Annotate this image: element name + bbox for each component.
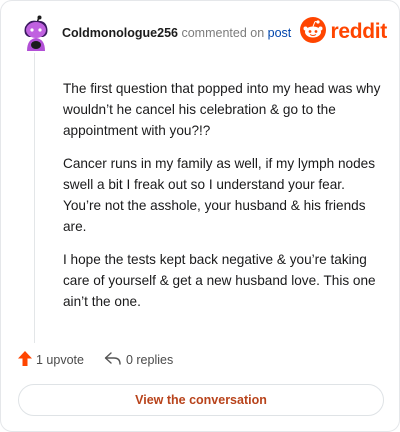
- reddit-snoo-icon: [300, 16, 327, 48]
- upvote-button[interactable]: 1 upvote: [18, 351, 84, 369]
- avatar[interactable]: [17, 15, 53, 53]
- thread-line: [34, 53, 35, 343]
- comment-meta: Coldmonologue256 commented on post: [62, 26, 291, 40]
- comment-paragraph: Cancer runs in my family as well, if my …: [63, 156, 375, 234]
- comment-paragraph: The first question that popped into my h…: [63, 81, 381, 138]
- view-conversation-button[interactable]: View the conversation: [18, 384, 384, 416]
- reply-arrow-icon: [104, 351, 126, 369]
- comment-actions: 1 upvote 0 replies: [18, 349, 193, 371]
- reddit-logo[interactable]: reddit: [300, 16, 387, 48]
- post-link[interactable]: post: [268, 26, 292, 40]
- reddit-wordmark: reddit: [330, 20, 387, 43]
- comment-action-text: commented on: [181, 26, 265, 40]
- username[interactable]: Coldmonologue256: [62, 26, 178, 40]
- comment-card: Coldmonologue256 commented on post reddi…: [0, 0, 400, 432]
- comment-body: The first question that popped into my h…: [63, 78, 381, 324]
- upvote-count: 1 upvote: [36, 353, 84, 367]
- comment-paragraph: I hope the tests kept back negative & yo…: [63, 252, 376, 309]
- replies-count: 0 replies: [125, 353, 174, 367]
- comment-header: Coldmonologue256 commented on post reddi…: [17, 15, 387, 53]
- upvote-arrow-icon: [18, 351, 36, 369]
- replies-button[interactable]: 0 replies: [104, 351, 174, 369]
